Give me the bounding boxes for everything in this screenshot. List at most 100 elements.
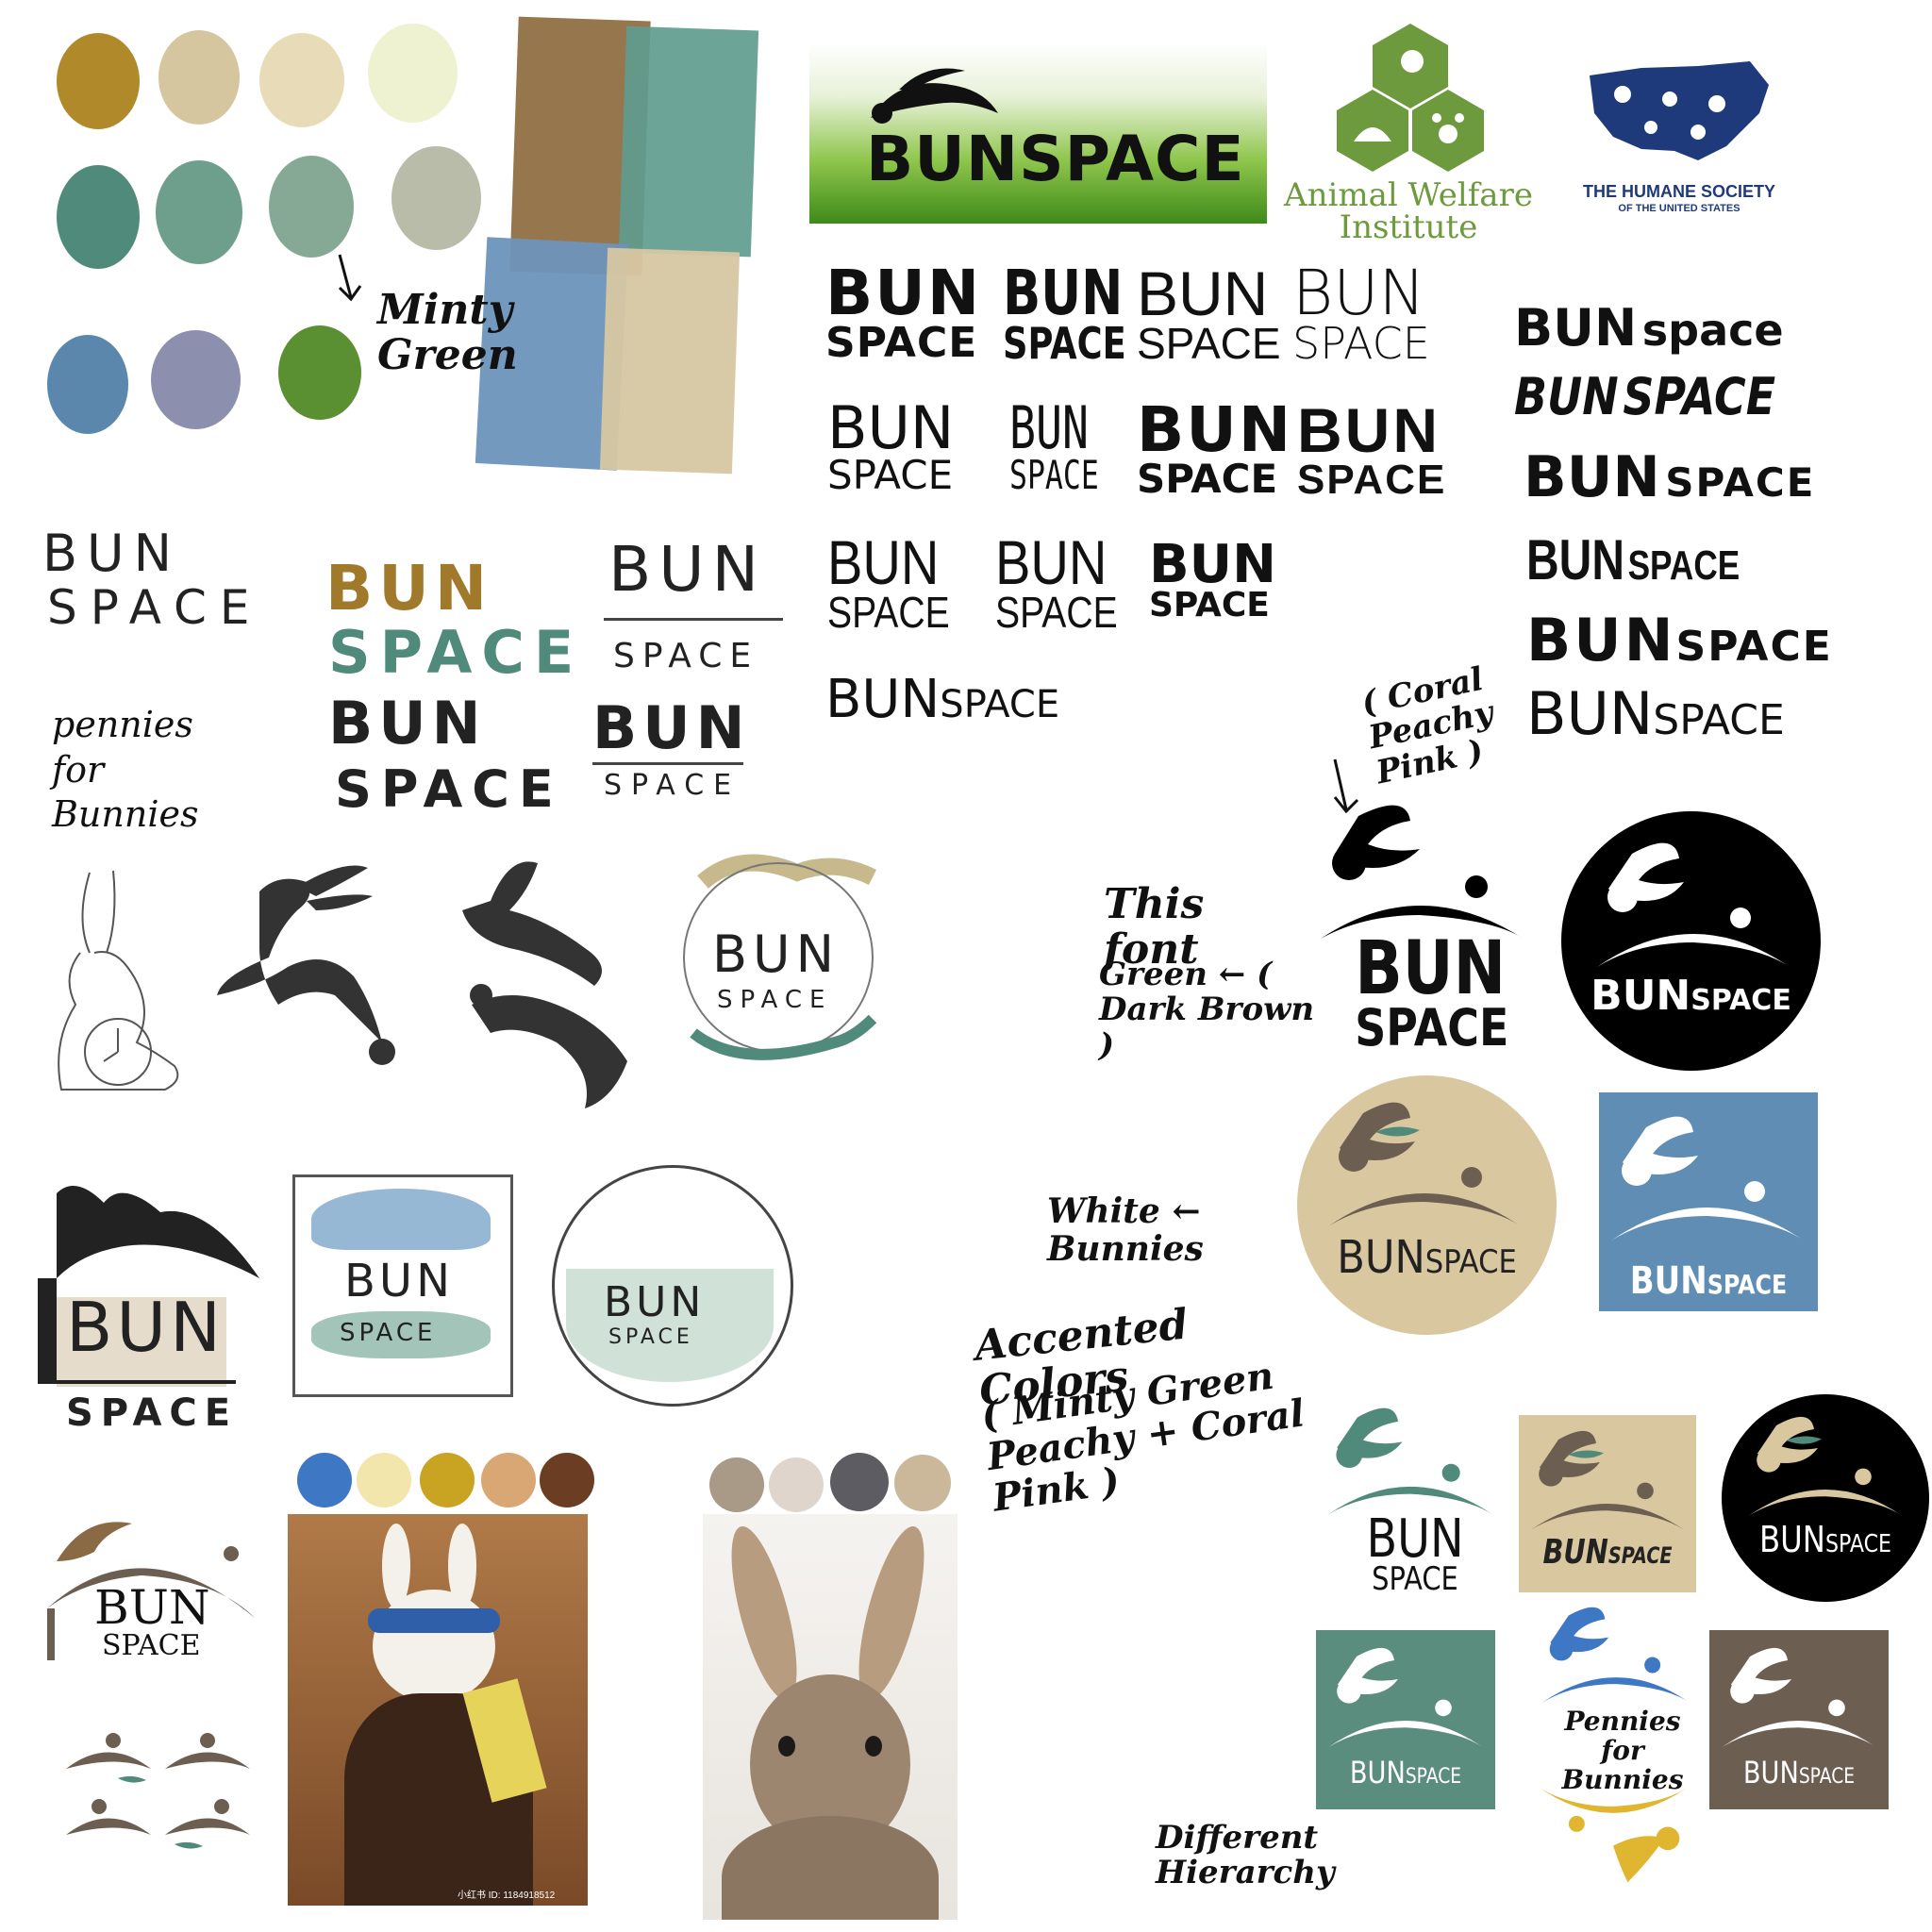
- rabbit-icon: [871, 68, 998, 124]
- house-space: SPACE: [66, 1391, 239, 1435]
- square-sketch-blue: [311, 1189, 491, 1250]
- swatch-photo-mustard: [420, 1453, 475, 1507]
- swatch-teal-dark: [57, 165, 140, 269]
- logo-black-circle-small-text: BUNSPACE: [1758, 1519, 1892, 1560]
- swatch-pale-yellow: [368, 24, 458, 123]
- house-bun: BUN: [66, 1288, 225, 1367]
- sketch-space-4: SPACE: [604, 769, 741, 802]
- brown-serif-space: SPACE: [102, 1629, 201, 1662]
- swatch-gold: [57, 33, 140, 129]
- hexagon-animals-icon: [1337, 24, 1484, 172]
- photo-bunny-head: [373, 1590, 495, 1703]
- swatch-photo2-blush: [769, 1457, 824, 1512]
- note-minty-green: Minty Green: [377, 286, 518, 380]
- stroke-beige: [599, 247, 741, 475]
- us-map-animals-icon: [1590, 61, 1769, 160]
- wordmark-10: BUN SPACE: [995, 527, 1118, 637]
- rabbit-body: [722, 1816, 939, 1920]
- sketch-space-3: SPACE: [335, 759, 563, 819]
- photo-rabbit-face: [703, 1514, 958, 1920]
- arrow-icon: [338, 254, 362, 302]
- swatch-lavender: [151, 330, 241, 429]
- brown-serif-bun: BUN: [94, 1580, 210, 1635]
- sketch-space-2: SPACE: [613, 637, 759, 675]
- round-space: SPACE: [608, 1325, 693, 1349]
- rabbit-eye-l: [778, 1736, 795, 1757]
- bunspace-banner: BUNSPACE: [809, 42, 1267, 224]
- wordmark-2: BUN SPACE: [1003, 257, 1126, 369]
- sketch-bun-3: BUN: [328, 689, 487, 758]
- sketch-pennies: pennies for Bunnies: [52, 704, 199, 835]
- line-bunny-clock-icon: [58, 870, 179, 1091]
- swatch-photo2-sand: [894, 1455, 951, 1511]
- sketch-rule: [604, 618, 783, 621]
- bunny-arc-icon: [1326, 1407, 1494, 1516]
- bunny-arc-icon: [1748, 1416, 1903, 1516]
- swatch-teal-mid: [156, 160, 242, 264]
- swatch-cream: [259, 33, 344, 127]
- bunny-arc-icon: [1722, 1647, 1876, 1747]
- logo-black-circle-text: BUNSPACE: [1591, 972, 1791, 1020]
- swatch-photo-cream: [357, 1453, 411, 1507]
- blue-bunny-arc-icon: [1541, 1607, 1690, 1704]
- sketch-bun-1: BUN: [42, 524, 181, 583]
- photo-bunny-headband: [368, 1608, 500, 1633]
- wordmark-12: BUNSPACE: [825, 669, 1060, 730]
- circle-bun: BUN: [712, 924, 840, 984]
- swatch-tan: [158, 30, 240, 125]
- sketch-bun-gold: BUN: [325, 552, 493, 625]
- rabbit-ear-left: [718, 1520, 810, 1707]
- sketch-space-1: SPACE: [47, 580, 263, 635]
- swatch-sage: [391, 146, 481, 250]
- wordmark-15: BUN SPACE: [1524, 444, 1816, 510]
- bunny-arc-icon: [1530, 1430, 1685, 1530]
- humane-subtitle: OF THE UNITED STATES: [1618, 203, 1740, 214]
- swatch-photo-peach: [481, 1453, 536, 1507]
- wordmark-14: BUN SPACE: [1514, 367, 1776, 426]
- swatch-blue: [47, 335, 128, 434]
- bunny-arc-icon: [1611, 1116, 1804, 1241]
- swatch-photo2-gray: [830, 1453, 889, 1511]
- round-bun: BUN: [604, 1278, 706, 1326]
- photo-bunny-ear-l: [382, 1524, 410, 1608]
- wordmark-7: BUN SPACE: [1137, 393, 1293, 502]
- swatch-photo-blue: [297, 1453, 352, 1507]
- sketch-bun-4: BUN: [592, 693, 751, 762]
- logo-beige-square-text: BUNSPACE: [1542, 1533, 1673, 1572]
- bunny-arc-icon: [1328, 1102, 1521, 1226]
- wordmark-18: BUNSPACE: [1526, 679, 1785, 748]
- wordmark-8: BUN SPACE: [1297, 395, 1447, 503]
- swatch-photo2-taupe: [709, 1457, 764, 1512]
- photo-watermark: 小红书 ID: 1184918512: [458, 1890, 556, 1901]
- sketch-rule-2: [592, 762, 743, 765]
- swatch-minty-green: [269, 156, 354, 258]
- logo-teal-stacked-text: BUN SPACE: [1366, 1508, 1464, 1599]
- crayon-bunny-1-icon: [217, 865, 395, 1065]
- note-coral: ( Coral Peachy Pink ): [1357, 659, 1497, 792]
- photo-dressed-bunny: 小红书 ID: 1184918512: [288, 1514, 588, 1906]
- wordmark-17: BUNSPACE: [1526, 606, 1833, 675]
- humane-title: THE HUMANE SOCIETY: [1582, 182, 1775, 201]
- yellow-bunny-arc-icon: [1539, 1787, 1688, 1883]
- note-white-bunnies: White ← Bunnies: [1047, 1191, 1204, 1269]
- crayon-bunny-2-icon: [462, 861, 627, 1108]
- pattern-bunnies-icon: [66, 1733, 250, 1849]
- logo-blue-square-text: BUNSPACE: [1629, 1259, 1788, 1303]
- stroke-teal: [618, 25, 759, 258]
- circle-space: SPACE: [717, 986, 833, 1014]
- square-bun: BUN: [344, 1255, 454, 1307]
- banner-wordmark: BUNSPACE: [866, 123, 1245, 195]
- sketch-space-teal: SPACE: [328, 618, 584, 687]
- logo-black-stacked-text: BUN SPACE: [1355, 926, 1509, 1058]
- swatch-grass-green: [278, 325, 361, 420]
- wordmark-11: BUN SPACE: [1149, 534, 1277, 625]
- photo-bunny-ear-r: [448, 1524, 476, 1608]
- wordmark-1: BUN SPACE: [825, 257, 982, 367]
- logo-teal-square-text: BUNSPACE: [1349, 1755, 1462, 1790]
- bunny-arc-icon: [1597, 842, 1790, 967]
- wordmark-3: BUN SPACE: [1137, 258, 1281, 368]
- note-green-dark-brown: Green ← ( Dark Brown ): [1099, 956, 1315, 1064]
- rabbit-eye-r: [865, 1736, 882, 1757]
- logo-brown-square-text: BUNSPACE: [1742, 1755, 1856, 1790]
- wordmark-5: BUN SPACE: [827, 393, 955, 498]
